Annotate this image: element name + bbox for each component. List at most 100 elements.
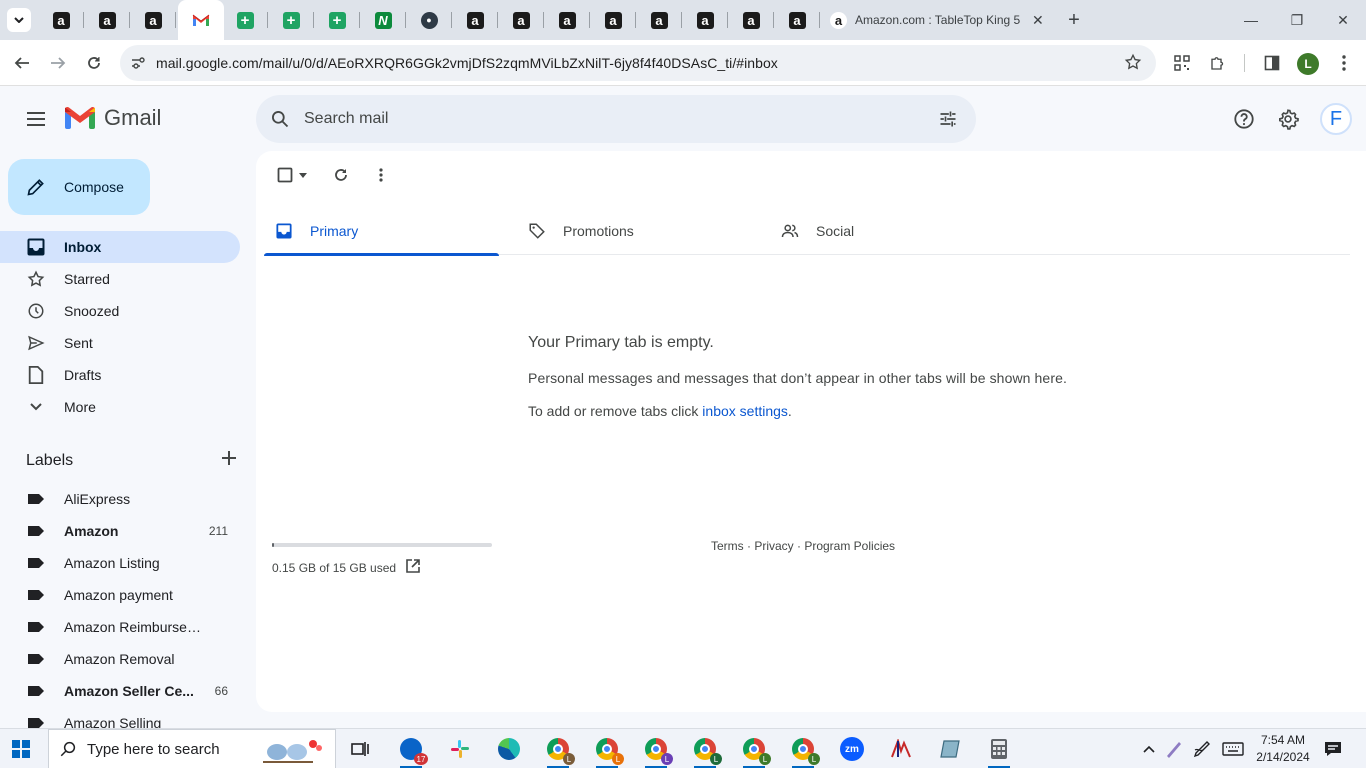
pinned-tab[interactable]: a (728, 0, 774, 40)
taskbar-chrome-6[interactable]: L (788, 735, 820, 768)
ink-workspace-icon[interactable] (1187, 735, 1217, 763)
restore-button[interactable]: ❐ (1274, 0, 1320, 40)
account-avatar[interactable]: F (1320, 103, 1352, 135)
site-info-icon[interactable] (120, 55, 156, 71)
nav-item-snoozed[interactable]: Snoozed (0, 295, 240, 327)
side-panel-button[interactable] (1258, 49, 1286, 77)
tab-promotions[interactable]: Promotions (517, 207, 752, 255)
taskbar-zoom[interactable]: zm (837, 735, 867, 763)
label-item[interactable]: AliExpress (0, 483, 240, 515)
refresh-icon (335, 169, 347, 181)
taskbar-slack[interactable] (445, 735, 475, 763)
settings-gear-icon[interactable] (1275, 106, 1301, 132)
refresh-button[interactable] (326, 163, 356, 187)
pinned-tab[interactable]: + (268, 0, 314, 40)
search-icon (60, 741, 76, 757)
browser-menu-button[interactable] (1330, 49, 1358, 77)
browser-profile-avatar[interactable]: L (1297, 53, 1319, 75)
label-item[interactable]: Amazon payment (0, 579, 240, 611)
search-options-icon[interactable] (938, 109, 958, 134)
pinned-tab[interactable]: a (498, 0, 544, 40)
gmail-tab[interactable] (178, 0, 224, 40)
clock-date: 2/14/2024 (1256, 750, 1310, 764)
search-input[interactable] (304, 110, 904, 128)
pinned-tab[interactable]: a (590, 0, 636, 40)
pinned-tab[interactable]: a (130, 0, 176, 40)
taskbar-calculator[interactable] (984, 735, 1014, 768)
task-view-icon[interactable] (345, 735, 375, 763)
extensions-button[interactable] (1204, 49, 1232, 77)
help-icon[interactable] (1231, 106, 1257, 132)
taskbar-chrome-1[interactable]: L (543, 735, 575, 768)
more-actions-button[interactable] (366, 163, 396, 187)
address-bar[interactable]: mail.google.com/mail/u/0/d/AEoRXRQR6GGk2… (120, 45, 1156, 81)
tab-primary[interactable]: Primary (264, 207, 499, 256)
close-window-button[interactable]: ✕ (1320, 0, 1366, 40)
taskbar-chrome-2[interactable]: L (592, 735, 624, 768)
pinned-tab[interactable]: + (222, 0, 268, 40)
label-count: 211 (208, 524, 228, 538)
pinned-tab[interactable]: a (774, 0, 820, 40)
nav-label: Inbox (64, 239, 102, 255)
pinned-tab[interactable]: + (314, 0, 360, 40)
nav-item-more[interactable]: More (0, 391, 240, 423)
taskbar-mail-app[interactable]: 17 (396, 735, 428, 768)
qr-code-button[interactable] (1168, 49, 1196, 77)
label-item[interactable]: Amazon Removal (0, 643, 240, 675)
pinned-tab[interactable]: a (636, 0, 682, 40)
select-checkbox-dropdown[interactable] (272, 163, 312, 187)
taskbar-chrome-4[interactable]: L (690, 735, 722, 768)
compose-button[interactable]: Compose (8, 159, 150, 215)
pinned-tab[interactable]: N (360, 0, 406, 40)
taskbar-edge[interactable] (494, 735, 524, 763)
nav-item-starred[interactable]: Starred (0, 263, 240, 295)
search-bar[interactable] (256, 95, 976, 143)
tab-label: Promotions (563, 223, 634, 239)
minimize-button[interactable]: — (1228, 0, 1274, 40)
checkbox-icon (277, 167, 293, 183)
label-item[interactable]: Amazon Selling (0, 707, 240, 728)
taskbar-chrome-5[interactable]: L (739, 735, 771, 768)
windows-start-icon[interactable] (12, 740, 30, 763)
back-button[interactable] (8, 49, 36, 77)
close-tab-icon[interactable]: ✕ (1032, 12, 1044, 29)
notifications-icon[interactable] (1318, 735, 1348, 763)
inbox-settings-link[interactable]: inbox settings (702, 403, 788, 419)
nav-item-drafts[interactable]: Drafts (0, 359, 240, 391)
gmail-logo[interactable]: Gmail (64, 105, 161, 131)
footer-links[interactable]: Terms · Privacy · Program Policies (711, 539, 895, 553)
pinned-tab[interactable]: ● (406, 0, 452, 40)
reload-button[interactable] (80, 49, 108, 77)
pinned-tab[interactable]: a (84, 0, 130, 40)
open-in-new-icon[interactable] (406, 559, 420, 576)
nav-item-inbox[interactable]: Inbox (0, 231, 240, 263)
tab-social[interactable]: Social (770, 207, 1005, 255)
main-panel: Primary Promotions Social Your Primary t… (256, 151, 1366, 712)
taskbar-app-pen[interactable] (886, 735, 916, 763)
new-tab-button[interactable]: + (1062, 8, 1086, 32)
tab-search-button[interactable] (7, 8, 31, 32)
forward-button[interactable] (44, 49, 72, 77)
gmail-sidebar: Compose Inbox Starred Snoozed Sent Draft… (0, 151, 256, 728)
label-item[interactable]: Amazon Seller Ce... 66 (0, 675, 240, 707)
nav-item-sent[interactable]: Sent (0, 327, 240, 359)
amazon-icon: a (604, 11, 622, 29)
system-clock[interactable]: 7:54 AM 2/14/2024 (1250, 732, 1316, 766)
keyboard-icon[interactable] (1218, 735, 1248, 763)
label-item[interactable]: Amazon 211 (0, 515, 240, 547)
main-menu-button[interactable] (20, 103, 52, 135)
search-icon[interactable] (256, 109, 304, 129)
tab-amazon-tabletop-king[interactable]: a Amazon.com : TableTop King 5 ✕ (820, 0, 1056, 40)
taskbar-app-notes[interactable] (935, 735, 965, 763)
bookmark-star-icon[interactable] (1124, 53, 1142, 76)
pinned-tab[interactable]: a (682, 0, 728, 40)
pinned-tab[interactable]: a (544, 0, 590, 40)
label-item[interactable]: Amazon Reimbursemen... (0, 611, 240, 643)
pen-tray-icon[interactable] (1159, 735, 1189, 763)
add-label-plus-icon[interactable] (222, 451, 236, 470)
pinned-tab[interactable]: a (452, 0, 498, 40)
label-item[interactable]: Amazon Listing (0, 547, 240, 579)
taskbar-chrome-3[interactable]: L (641, 735, 673, 768)
pinned-tab[interactable]: a (38, 0, 84, 40)
taskbar-search-box[interactable]: Type here to search (48, 729, 336, 768)
